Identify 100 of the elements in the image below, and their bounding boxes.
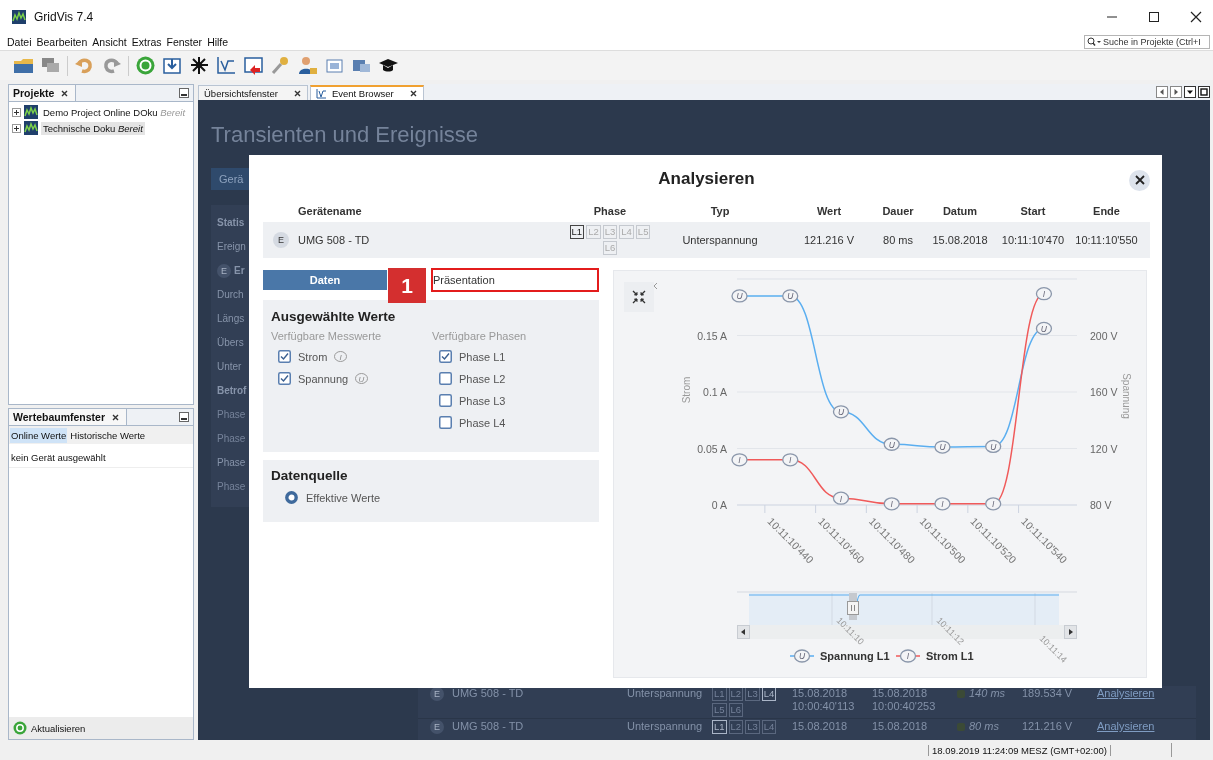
event-badge: E: [217, 264, 231, 278]
radio-label: Effektive Werte: [306, 491, 381, 504]
chart-icon: [315, 88, 327, 99]
phase-tag: L3: [745, 720, 760, 734]
menu-item[interactable]: Ansicht: [92, 36, 127, 48]
checkbox[interactable]: [439, 394, 452, 407]
tab[interactable]: Präsentation: [431, 268, 599, 292]
panel-tab[interactable]: Wertebaumfenster: [9, 409, 127, 425]
tab[interactable]: Historische Werte: [69, 427, 147, 443]
close-button[interactable]: [1129, 169, 1150, 191]
tree-item[interactable]: Demo Project Online DOku Bereit: [41, 105, 188, 119]
close-icon[interactable]: [60, 88, 70, 98]
search-field[interactable]: Suche in Projekte (Ctrl+I: [1084, 35, 1210, 49]
window-title: GridVis 7.4: [34, 10, 94, 24]
checkbox[interactable]: [439, 350, 452, 363]
network-icon[interactable]: [189, 55, 210, 76]
close-icon: [1134, 175, 1145, 185]
symbol-icon: U: [355, 373, 369, 384]
phase-tag: L6: [728, 703, 744, 717]
menu-item[interactable]: Fenster: [166, 36, 203, 48]
y-axis-label: 120 V: [1090, 442, 1118, 455]
search-icon: [1087, 37, 1101, 47]
scroll-left-icon[interactable]: [1156, 86, 1168, 98]
data-point-marker: I: [782, 453, 799, 467]
scroll-left-button[interactable]: [737, 625, 750, 639]
legend-label: Spannung L1: [820, 650, 890, 662]
range-handle[interactable]: [847, 593, 859, 620]
checkbox[interactable]: [278, 350, 291, 363]
data-point-marker: I: [1035, 287, 1053, 301]
download-icon[interactable]: [162, 55, 183, 76]
tree-item[interactable]: Technische Doku Bereit: [41, 121, 145, 135]
phase-tag: L2: [728, 720, 744, 734]
chevron-left-icon[interactable]: [653, 282, 658, 290]
column-header: Typ: [709, 205, 731, 217]
data-point-marker: U: [883, 437, 900, 451]
panel-title: Projekte: [13, 87, 55, 99]
summary-label: Betrof: [217, 384, 248, 398]
legend-item[interactable]: U Spannung L1: [789, 649, 890, 663]
device-group-icon: [24, 105, 38, 119]
checkbox[interactable]: [439, 416, 452, 429]
menu-item[interactable]: Datei: [7, 36, 32, 48]
table-cell-text: UMG 508 - TD: [452, 687, 525, 700]
app-icon: [12, 10, 26, 24]
editor-tab[interactable]: Event Browser: [309, 85, 424, 100]
summary-label: Längs: [217, 312, 246, 326]
radio-button[interactable]: [285, 491, 298, 504]
table-cell-text: 10:11:10'550: [1074, 234, 1139, 246]
phase-tag: L6: [602, 241, 618, 255]
editor-tab[interactable]: Übersichtsfenster: [198, 85, 308, 100]
expand-icon[interactable]: [12, 123, 21, 133]
user-icon[interactable]: [297, 55, 318, 76]
menu-item[interactable]: Hilfe: [207, 36, 229, 48]
maximize-icon[interactable]: [1148, 11, 1160, 23]
phase-tag: L4: [761, 720, 777, 734]
maximize-icon[interactable]: [1198, 86, 1210, 98]
expand-icon[interactable]: [12, 107, 21, 117]
data-point-marker: U: [934, 440, 951, 454]
close-icon[interactable]: [408, 89, 418, 98]
table-cell-text: 121.216 V: [1022, 720, 1074, 733]
device-group-icon: [24, 121, 38, 135]
summary-label: Phase: [217, 456, 247, 470]
checkbox-label: Phase L3: [459, 394, 506, 407]
menu-item[interactable]: Extras: [131, 36, 162, 48]
refresh-icon[interactable]: [135, 55, 156, 76]
close-icon[interactable]: [111, 412, 120, 422]
analyze-link[interactable]: Analysieren: [1097, 687, 1167, 699]
dialog-title: Analysieren: [658, 169, 755, 189]
y-axis-label: 0.05 A: [697, 442, 727, 455]
checkbox[interactable]: [278, 372, 291, 385]
close-icon[interactable]: [292, 88, 302, 98]
chart-icon[interactable]: [216, 55, 237, 76]
checkbox-label: Phase L1: [459, 350, 506, 363]
tab[interactable]: Online Werte: [10, 427, 68, 443]
checkbox[interactable]: [439, 372, 452, 385]
minimize-icon[interactable]: [179, 88, 189, 98]
refresh-icon: [13, 721, 27, 735]
step-badge: 1: [388, 268, 426, 303]
y-axis-label: 0.1 A: [703, 386, 727, 398]
legend-item[interactable]: I Strom L1: [895, 649, 974, 663]
fullscreen-button[interactable]: [624, 282, 654, 312]
summary-label: Phase: [217, 432, 247, 446]
panel-tab[interactable]: Projekte: [9, 85, 77, 101]
close-icon[interactable]: [1190, 11, 1202, 23]
data-point-marker: I: [832, 491, 850, 505]
page-title: Transienten und Ereignisse: [211, 122, 478, 147]
device-button[interactable]: Gerä: [211, 168, 249, 190]
key-icon[interactable]: [270, 55, 291, 76]
checkbox-label: Phase L2: [459, 372, 506, 385]
y-axis-label: 160 V: [1090, 386, 1118, 398]
scroll-right-icon[interactable]: [1170, 86, 1182, 98]
minimize-icon[interactable]: [179, 412, 189, 422]
column-label: Verfügbare Messwerte: [271, 330, 383, 342]
status-label: Bereit: [160, 106, 186, 118]
analyze-link[interactable]: Analysieren: [1097, 720, 1167, 732]
tab[interactable]: Daten: [263, 270, 387, 290]
table-cell-text: 15.08.2018: [872, 720, 929, 733]
menu-item[interactable]: Bearbeiten: [36, 36, 88, 48]
redo-icon[interactable]: [101, 55, 122, 76]
dropdown-icon[interactable]: [1184, 86, 1196, 98]
data-point-marker: U: [782, 289, 799, 303]
